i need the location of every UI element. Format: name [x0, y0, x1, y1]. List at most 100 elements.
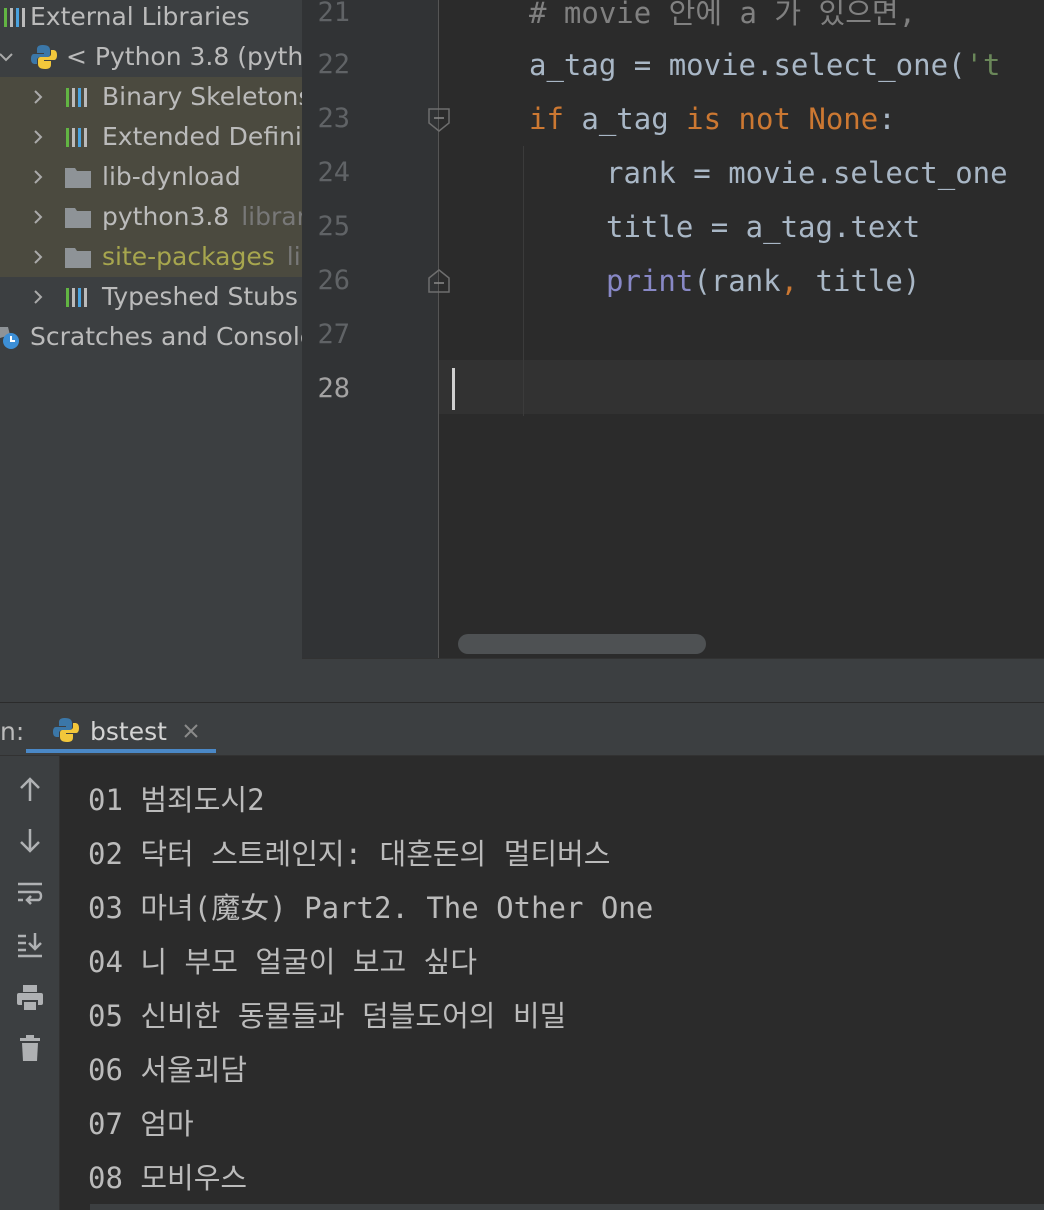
- chevron-right-icon[interactable]: [28, 277, 48, 317]
- text-caret: [452, 368, 455, 410]
- code-token: movie.select_one(: [668, 48, 966, 82]
- code-line-21: # movie 안에 a 가 있으면,: [529, 0, 916, 40]
- project-tree: External Libraries < Python 3.8 (python …: [0, 0, 302, 702]
- code-token: (rank: [693, 264, 781, 298]
- code-token: a_tag: [563, 102, 687, 136]
- library-icon: [66, 88, 87, 107]
- code-line-22: a_tag = movie.select_one('t: [529, 38, 1000, 92]
- tree-item-label: Typeshed Stubs: [102, 282, 298, 311]
- tree-item-label: Binary Skeletons: [102, 82, 302, 111]
- print-icon[interactable]: [14, 982, 46, 1014]
- chevron-right-icon[interactable]: [28, 157, 48, 197]
- line-number: 25: [317, 211, 350, 242]
- scroll-down-icon[interactable]: [14, 824, 46, 856]
- tree-item-label: Extended Definitions: [102, 122, 302, 151]
- tree-item-extended-definitions[interactable]: Extended Definitions: [0, 117, 302, 157]
- library-root-hint: library root: [286, 242, 302, 271]
- gutter-border: [438, 0, 439, 658]
- tree-item-site-packages[interactable]: site-packages library root: [0, 237, 302, 277]
- chevron-right-icon[interactable]: [28, 77, 48, 117]
- library-icon: [66, 288, 87, 307]
- line-number: 21: [317, 0, 350, 28]
- output-line: 01 범죄도시2: [88, 783, 265, 817]
- editor-bottom-strip: [302, 658, 1044, 702]
- tree-item-label-group: site-packages library root: [102, 237, 302, 277]
- python-icon: [53, 718, 79, 742]
- output-line: 07 엄마: [88, 1107, 194, 1141]
- chevron-right-icon[interactable]: [28, 117, 48, 157]
- tree-item-label: site-packages: [102, 242, 275, 271]
- code-comment: # movie 안에 a 가 있으면,: [529, 0, 917, 30]
- library-icon: [4, 8, 25, 27]
- tree-item-label: < Python 3.8 (python: [66, 42, 302, 71]
- code-token: rank = movie.select_one: [606, 156, 1008, 190]
- fold-end-icon[interactable]: [427, 268, 451, 294]
- scroll-to-end-icon[interactable]: [14, 928, 46, 960]
- soft-wrap-icon[interactable]: [14, 876, 46, 908]
- chevron-right-icon[interactable]: [28, 197, 48, 237]
- line-number: 24: [317, 157, 350, 188]
- tree-item-scratches[interactable]: Scratches and Consoles: [0, 317, 302, 357]
- tree-item-python38[interactable]: python3.8 library root: [0, 197, 302, 237]
- code-keyword: not: [738, 102, 791, 136]
- output-line: 02 닥터 스트레인지: 대혼돈의 멀티버스: [88, 837, 611, 871]
- run-toolbar: [0, 756, 60, 1210]
- editor-horizontal-scrollbar[interactable]: [452, 630, 1044, 658]
- output-line: 06 서울괴담: [88, 1053, 248, 1087]
- run-panel-header: n: bstest: [0, 702, 1044, 756]
- tree-item-label: lib-dynload: [102, 162, 241, 191]
- line-number: 27: [317, 319, 350, 350]
- code-string: 't: [965, 48, 1001, 82]
- tree-item-label: External Libraries: [30, 2, 250, 31]
- output-line: 03 마녀(魔女) Part2. The Other One: [88, 891, 654, 925]
- chevron-right-icon[interactable]: [28, 237, 48, 277]
- code-line-25: title = a_tag.text: [606, 200, 920, 254]
- scratches-icon: [0, 327, 19, 349]
- code-builtin: print: [606, 264, 694, 298]
- tree-item-label: python3.8: [102, 202, 230, 231]
- code-token: :: [878, 102, 896, 136]
- run-panel-label: n:: [0, 717, 25, 746]
- close-icon[interactable]: [180, 720, 202, 742]
- line-number: 26: [317, 265, 350, 296]
- tree-item-binary-skeletons[interactable]: Binary Skeletons: [0, 77, 302, 117]
- code-line-26: print(rank, title): [606, 254, 920, 308]
- scroll-up-icon[interactable]: [14, 774, 46, 806]
- line-number: 22: [317, 49, 350, 80]
- python-icon: [31, 45, 57, 69]
- tree-item-external-libraries[interactable]: External Libraries: [0, 0, 302, 37]
- tree-item-label: Scratches and Consoles: [30, 322, 302, 351]
- code-line-23: if a_tag is not None:: [529, 92, 896, 146]
- code-token: title = a_tag.text: [606, 210, 921, 244]
- library-root-hint: library root: [241, 202, 302, 231]
- library-icon: [66, 128, 87, 147]
- code-token: title): [798, 264, 921, 298]
- folder-icon: [65, 168, 91, 188]
- code-token: ,: [780, 264, 799, 298]
- code-keyword: is: [686, 102, 722, 136]
- trash-icon[interactable]: [14, 1032, 46, 1064]
- folder-icon: [65, 248, 91, 268]
- folder-icon: [65, 208, 91, 228]
- fold-start-icon[interactable]: [427, 107, 451, 133]
- line-number: 23: [317, 103, 350, 134]
- code-token: =: [616, 48, 669, 82]
- console-horizontal-scrollbar[interactable]: [90, 1204, 1044, 1210]
- code-keyword: None: [808, 102, 879, 136]
- output-line: 08 모비우스: [88, 1161, 248, 1195]
- line-number-current: 28: [317, 373, 350, 404]
- code-keyword: if: [529, 102, 564, 136]
- code-token: a_tag: [529, 48, 617, 82]
- indent-guide: [523, 146, 524, 416]
- scrollbar-thumb[interactable]: [458, 634, 706, 654]
- output-line: 04 니 부모 얼굴이 보고 싶다: [88, 945, 478, 979]
- tree-item-label-group: python3.8 library root: [102, 197, 302, 237]
- tree-item-python-sdk[interactable]: < Python 3.8 (python: [0, 37, 302, 77]
- run-tab-active-indicator: [26, 749, 216, 753]
- tree-item-typeshed-stubs[interactable]: Typeshed Stubs: [0, 277, 302, 317]
- chevron-down-icon[interactable]: [0, 37, 16, 77]
- output-line: 05 신비한 동물들과 덤블도어의 비밀: [88, 999, 567, 1033]
- tree-item-lib-dynload[interactable]: lib-dynload: [0, 157, 302, 197]
- clipped-output-line: [88, 756, 1044, 762]
- code-line-24: rank = movie.select_one: [606, 146, 1008, 200]
